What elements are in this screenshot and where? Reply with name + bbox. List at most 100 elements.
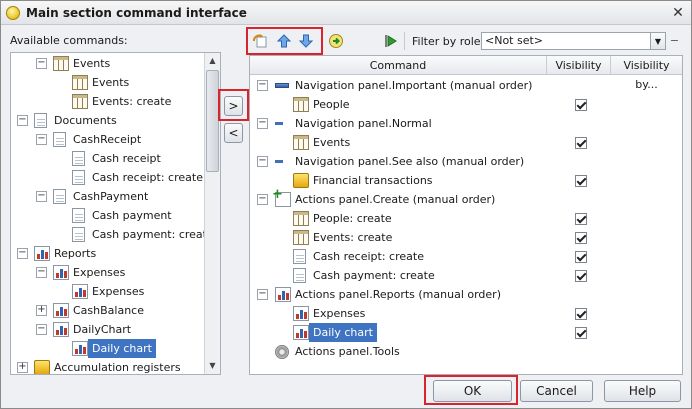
navigation-panel-icon — [275, 83, 289, 88]
tree-item-row[interactable]: + Accumulation registers — [11, 358, 220, 374]
tree-item-label: Events — [92, 76, 130, 89]
collapse-icon[interactable]: − — [36, 267, 47, 278]
tree-item-row[interactable]: Events: create — [11, 92, 220, 111]
tree-item-row[interactable]: − Reports — [11, 244, 220, 263]
visibility-checkbox[interactable] — [575, 251, 587, 263]
collapse-icon[interactable]: − — [36, 191, 47, 202]
tree-item-row[interactable]: Cash receipt: create — [11, 168, 220, 187]
filter-by-roles-select[interactable]: <Not set> — [481, 32, 666, 50]
command-row-row[interactable]: Expenses — [250, 304, 540, 323]
command-row-label: Events: create — [313, 231, 393, 244]
window-title: Main section command interface — [26, 6, 247, 20]
visibility-checkbox[interactable] — [575, 213, 587, 225]
command-row-label: Events — [313, 136, 351, 149]
tree-item-row[interactable]: Expenses — [11, 282, 220, 301]
command-row-row[interactable]: − Navigation panel.Normal — [250, 114, 540, 133]
command-row-label: Cash receipt: create — [313, 250, 424, 263]
tree-item-row[interactable]: Cash payment: create — [11, 225, 220, 244]
catalog-icon — [53, 56, 69, 71]
visibility-checkbox[interactable] — [575, 327, 587, 339]
collapse-icon[interactable]: − — [257, 289, 268, 300]
left-scrollbar[interactable]: ▲ ▼ — [204, 53, 220, 374]
move-up-icon[interactable] — [276, 33, 292, 49]
collapse-icon[interactable]: − — [257, 118, 268, 129]
document-icon — [293, 268, 306, 283]
collapse-icon[interactable]: − — [257, 156, 268, 167]
collapse-icon[interactable]: − — [17, 248, 28, 259]
run-icon[interactable] — [383, 33, 399, 49]
tree-item-label: Documents — [54, 114, 117, 127]
tree-item-row[interactable]: − Events — [11, 54, 220, 73]
tree-item-row[interactable]: − Expenses — [11, 263, 220, 282]
close-button[interactable]: ✕ — [669, 4, 687, 22]
report-icon — [53, 322, 69, 337]
chevron-down-icon[interactable]: ▼ — [650, 32, 666, 50]
command-row-label: People: create — [313, 212, 392, 225]
visibility-checkbox[interactable] — [575, 232, 587, 244]
scroll-up-arrow[interactable]: ▲ — [205, 53, 220, 68]
command-row-row[interactable]: People — [250, 95, 540, 114]
command-row-row[interactable]: People: create — [250, 209, 540, 228]
refresh-icon[interactable] — [252, 33, 268, 49]
tree-item-row[interactable]: − CashPayment — [11, 187, 220, 206]
tree-item-row[interactable]: + CashBalance — [11, 301, 220, 320]
tree-item-row[interactable]: Cash receipt — [11, 149, 220, 168]
command-row-row[interactable]: Cash receipt: create — [250, 247, 540, 266]
command-row-row[interactable]: − + Actions panel.Create (manual order) — [250, 188, 540, 209]
column-header-visibility[interactable]: Visibility — [547, 56, 611, 75]
tree-item-label: Events — [73, 57, 111, 70]
remove-command-button[interactable]: < — [224, 123, 243, 143]
report-icon — [275, 287, 291, 302]
command-row-label: Navigation panel.Normal — [295, 117, 432, 130]
tree-item-row[interactable]: − CashReceipt — [11, 130, 220, 149]
scroll-thumb[interactable] — [206, 70, 219, 172]
command-row-row[interactable]: Financial transactions — [250, 171, 540, 190]
cancel-button[interactable]: Cancel — [520, 380, 593, 402]
column-header-visibility-by-roles[interactable]: Visibility by... — [611, 56, 682, 91]
visibility-checkbox[interactable] — [575, 270, 587, 282]
tree-item-label: Cash payment — [92, 209, 172, 222]
visibility-checkbox[interactable] — [575, 308, 587, 320]
collapse-icon[interactable]: − — [36, 324, 47, 335]
tree-item-row[interactable]: Cash payment — [11, 206, 220, 225]
tree-item-row[interactable]: − Documents — [11, 111, 220, 130]
expand-icon[interactable]: + — [17, 362, 28, 373]
go-forward-icon[interactable] — [328, 33, 344, 49]
collapse-icon[interactable]: − — [36, 58, 47, 69]
visibility-checkbox[interactable] — [575, 175, 587, 187]
tree-item-row[interactable]: − DailyChart — [11, 320, 220, 339]
collapse-icon[interactable]: − — [257, 80, 268, 91]
command-row-row[interactable]: Daily chart — [250, 323, 540, 342]
command-row-row[interactable]: Actions panel.Tools — [250, 342, 540, 361]
scroll-down-arrow[interactable]: ▼ — [205, 358, 220, 373]
expand-icon[interactable]: + — [36, 305, 47, 316]
add-command-button[interactable]: > — [224, 96, 243, 116]
clear-filter-button[interactable]: − — [668, 32, 681, 50]
command-row-row[interactable]: Events: create — [250, 228, 540, 247]
command-row-row[interactable]: Cash payment: create — [250, 266, 540, 285]
collapse-icon[interactable]: − — [36, 134, 47, 145]
available-commands-label: Available commands: — [10, 34, 128, 47]
catalog-icon — [72, 75, 88, 90]
command-row-row[interactable]: − Actions panel.Reports (manual order) — [250, 285, 540, 304]
visibility-checkbox[interactable] — [575, 99, 587, 111]
catalog-icon — [293, 230, 309, 245]
command-row-row[interactable]: − Navigation panel.Important (manual orde… — [250, 76, 540, 95]
help-button[interactable]: Help — [604, 380, 681, 402]
report-icon — [34, 246, 50, 261]
document-icon — [293, 249, 306, 264]
report-icon — [72, 284, 88, 299]
visibility-checkbox[interactable] — [575, 137, 587, 149]
tree-item-row[interactable]: Daily chart — [11, 339, 220, 358]
collapse-icon[interactable]: − — [17, 115, 28, 126]
tree-item-row[interactable]: Events — [11, 73, 220, 92]
ok-button[interactable]: OK — [433, 380, 512, 402]
move-down-icon[interactable] — [298, 33, 314, 49]
command-row-row[interactable]: − Navigation panel.See also (manual order… — [250, 152, 540, 171]
command-row-label: Financial transactions — [313, 174, 433, 187]
command-row-label: Navigation panel.Important (manual order… — [295, 79, 533, 92]
catalog-icon — [293, 97, 309, 112]
column-header-command[interactable]: Command — [250, 56, 547, 75]
command-row-row[interactable]: Events — [250, 133, 540, 152]
collapse-icon[interactable]: − — [257, 194, 268, 205]
